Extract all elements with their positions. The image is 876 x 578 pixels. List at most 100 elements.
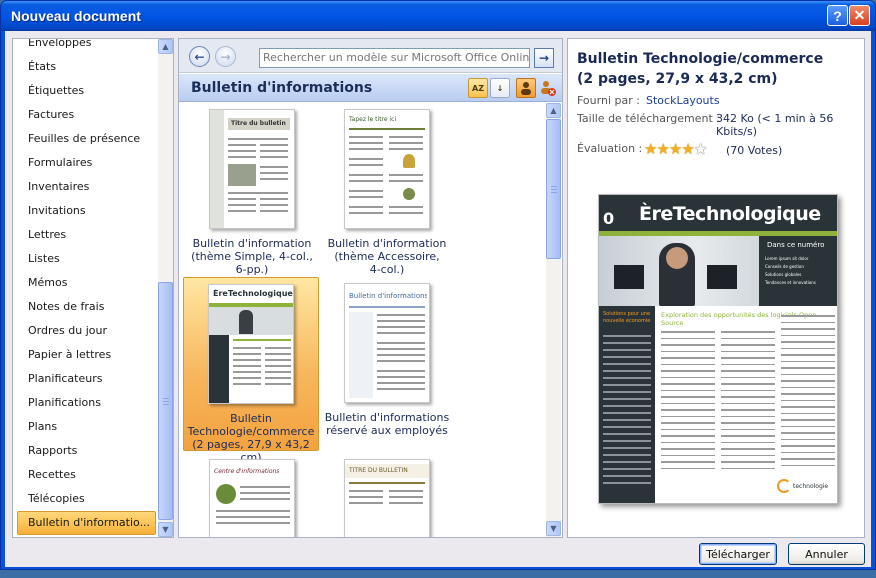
filler-text-line [721, 396, 775, 398]
filler-text-line [721, 461, 775, 463]
category-item[interactable]: Feuilles de présence [13, 127, 159, 151]
category-item[interactable]: Papier à lettres [13, 343, 159, 367]
filler-text-line [661, 428, 715, 430]
download-button[interactable]: Télécharger [699, 543, 777, 565]
provider-value: StockLayouts [646, 94, 720, 107]
cancel-button[interactable]: Annuler [788, 543, 865, 565]
category-item[interactable]: Recettes [13, 463, 159, 487]
filler-text-line [603, 398, 651, 400]
category-item[interactable]: Télécopies [13, 487, 159, 511]
category-item[interactable]: Enveloppes [13, 39, 159, 55]
category-item[interactable]: Rapports [13, 439, 159, 463]
forward-arrow-icon[interactable]: → [215, 46, 236, 67]
filler-text-line [781, 347, 835, 349]
category-item[interactable]: Bulletin d'informatio... [17, 511, 156, 535]
category-scrollbar[interactable]: ▲ ▼ [158, 39, 173, 537]
filler-text-line [603, 482, 651, 484]
template-grid: Titre du bulletin Bulletin d'information… [179, 103, 546, 537]
filler-text-line [661, 461, 715, 463]
filler-text-line [603, 384, 651, 386]
filler-text-line [603, 454, 651, 456]
category-item[interactable]: Lettres [13, 223, 159, 247]
category-item[interactable]: Ordres du jour [13, 319, 159, 343]
template-item[interactable]: Centre d'informations [184, 453, 320, 537]
template-item-selected[interactable]: ÈreTechnologique Bulletin Technologie/co… [183, 277, 319, 464]
scroll-thumb[interactable] [158, 282, 173, 520]
filler-text-line [781, 419, 835, 421]
scroll-up-arrow[interactable]: ▲ [546, 103, 561, 118]
star-filled-icon: ★ [681, 140, 694, 158]
filler-text-line [721, 376, 775, 378]
category-item[interactable]: Étiquettes [13, 79, 159, 103]
category-item[interactable]: Formulaires [13, 151, 159, 175]
title-bar[interactable]: Nouveau document ? ✕ [1, 1, 875, 31]
thumb-title: Centre d'informations [214, 468, 280, 475]
filler-text-line [661, 448, 715, 450]
template-scrollbar[interactable]: ▲ ▼ [546, 103, 561, 537]
filler-text-line [603, 468, 651, 470]
category-item[interactable]: Planifications [13, 391, 159, 415]
category-item[interactable]: Planificateurs [13, 367, 159, 391]
category-item[interactable]: Factures [13, 103, 159, 127]
filler-text-line [603, 349, 651, 351]
filler-text-line [781, 386, 835, 388]
template-label: Bulletin d'informations réservé aux empl… [324, 411, 450, 437]
sort-za-button[interactable]: ↓ [490, 78, 510, 98]
close-button[interactable]: ✕ [849, 5, 870, 26]
scroll-down-arrow[interactable]: ▼ [546, 521, 561, 536]
filler-text-line [721, 370, 775, 372]
filler-text-line [661, 337, 715, 339]
filler-text-line [781, 334, 835, 336]
filler-text-line [603, 447, 651, 449]
scroll-up-arrow[interactable]: ▲ [158, 39, 173, 54]
person-icon [521, 82, 531, 95]
view-filter-button[interactable] [538, 78, 558, 98]
filler-text-line [603, 405, 651, 407]
category-item[interactable]: États [13, 55, 159, 79]
rating-stars: ★★★★★ [644, 140, 707, 158]
filler-text-line [661, 370, 715, 372]
filler-text-line [661, 435, 715, 437]
category-item[interactable]: Invitations [13, 199, 159, 223]
scroll-thumb[interactable] [546, 119, 561, 259]
category-list: Enveloppes États Étiquettes Factures Feuille… [13, 39, 159, 535]
category-item[interactable]: Plans [13, 415, 159, 439]
star-empty-icon: ★ [693, 140, 707, 158]
help-button[interactable]: ? [827, 5, 848, 26]
filler-text-line [721, 422, 775, 424]
category-item[interactable]: Mémos [13, 271, 159, 295]
search-input[interactable]: Rechercher un modèle sur Microsoft Offic… [259, 48, 530, 68]
window-title: Nouveau document [11, 8, 141, 24]
category-item[interactable]: Notes de frais [13, 295, 159, 319]
filler-text-line [721, 409, 775, 411]
thumb-title: ÈreTechnologique [213, 289, 293, 298]
filler-text-line [603, 342, 651, 344]
category-item[interactable]: Listes [13, 247, 159, 271]
template-item[interactable]: Tapez le titre ici Bulletin d'informatio… [319, 103, 455, 276]
preview-title: Bulletin Technologie/commerce (2 pages, … [577, 51, 824, 87]
filler-text-line [661, 422, 715, 424]
go-arrow-icon[interactable]: → [534, 48, 554, 68]
filler-text-line [721, 344, 775, 346]
filler-text-line [661, 344, 715, 346]
rating-label: Évaluation : [577, 142, 643, 155]
category-item[interactable]: Inventaires [13, 175, 159, 199]
preview-panel: Bulletin Technologie/commerce (2 pages, … [567, 38, 865, 538]
thumb-title: TITRE DU BULLETIN [345, 464, 429, 478]
filler-text-line [781, 321, 835, 323]
scroll-down-arrow[interactable]: ▼ [158, 522, 173, 537]
back-arrow-icon[interactable]: ← [189, 46, 210, 67]
masthead-title: ÈreTechnologique [639, 203, 821, 225]
template-item[interactable]: Bulletin d'informations Bulletin d'infor… [319, 277, 455, 447]
template-item[interactable]: Titre du bulletin Bulletin d'information… [184, 103, 320, 276]
template-thumbnail: TITRE DU BULLETIN [344, 459, 430, 537]
template-item[interactable]: TITRE DU BULLETIN [319, 453, 455, 537]
filler-text-line [721, 402, 775, 404]
category-panel: Enveloppes États Étiquettes Factures Feuille… [12, 38, 174, 538]
filler-text-line [781, 425, 835, 427]
template-thumbnail: Tapez le titre ici [344, 109, 430, 229]
navigation-bar: ← → Rechercher un modèle sur Microsoft O… [179, 39, 562, 73]
sort-az-button[interactable]: AZ [468, 78, 488, 98]
view-owner-button[interactable] [516, 78, 536, 98]
filler-text-line [661, 409, 715, 411]
